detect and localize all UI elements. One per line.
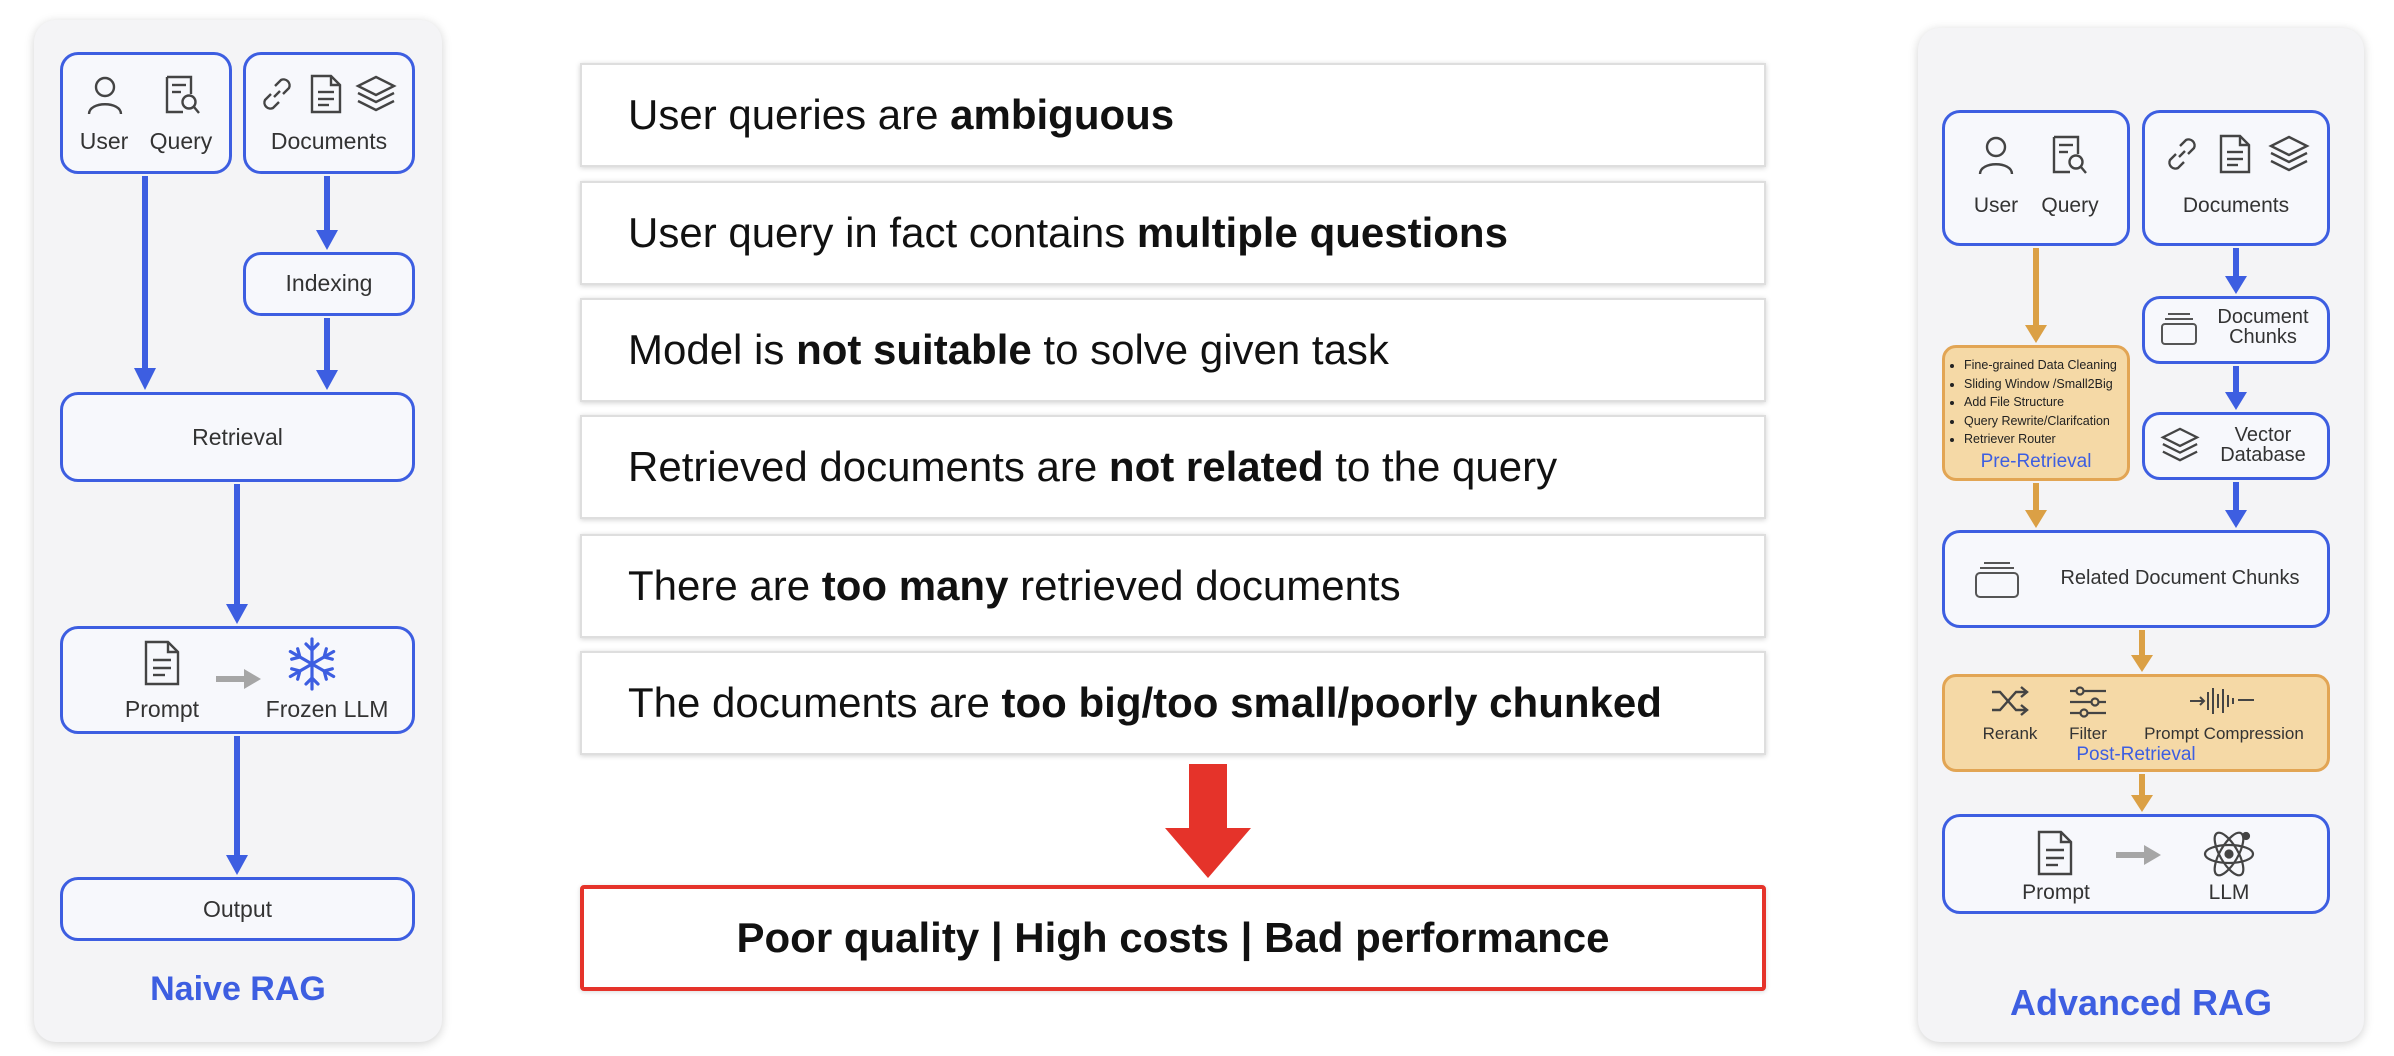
arrow-down-icon — [2139, 630, 2145, 656]
problem-text: to solve given task — [1031, 326, 1389, 373]
arrow-down-icon — [2233, 366, 2239, 394]
problem-text: The documents are — [628, 679, 1002, 726]
naive-flow-arrows — [134, 176, 338, 875]
problem-box: Retrieved documents are not related to t… — [580, 415, 1766, 519]
problem-box: The documents are too big/too small/poor… — [580, 651, 1766, 755]
arrow-down-icon — [234, 484, 240, 604]
result-box: Poor quality | High costs | Bad performa… — [580, 885, 1766, 991]
problem-emphasis: too many — [821, 562, 1009, 609]
arrow-down-icon — [1165, 764, 1251, 880]
problem-emphasis: multiple questions — [1136, 209, 1508, 256]
problem-text: User queries are — [628, 91, 951, 138]
problem-text: retrieved documents — [1008, 562, 1401, 609]
problem-emphasis: not suitable — [796, 326, 1032, 373]
problem-emphasis: too big/too small/poorly chunked — [1001, 679, 1662, 726]
problem-text: There are — [628, 562, 822, 609]
problem-text: User query in fact contains — [628, 209, 1137, 256]
problem-text: to the query — [1323, 443, 1558, 490]
advanced-flow-arrows — [2025, 248, 2247, 812]
problem-text: Model is — [628, 326, 797, 373]
arrow-down-icon — [2233, 248, 2239, 278]
problem-box: User query in fact contains multiple que… — [580, 181, 1766, 285]
arrow-down-icon — [234, 736, 240, 856]
problem-emphasis: not related — [1108, 443, 1324, 490]
arrow-down-icon — [2033, 248, 2039, 326]
arrow-down-icon — [324, 318, 330, 372]
problem-emphasis: ambiguous — [950, 91, 1175, 138]
arrow-down-icon — [324, 176, 330, 232]
arrow-down-icon — [2139, 774, 2145, 796]
problem-box: There are too many retrieved documents — [580, 534, 1766, 638]
arrow-down-icon — [142, 176, 148, 372]
problem-box: Model is not suitable to solve given tas… — [580, 298, 1766, 402]
arrow-down-icon — [2033, 483, 2039, 511]
arrow-down-icon — [2233, 482, 2239, 512]
problem-box: User queries are ambiguous — [580, 63, 1766, 167]
problem-text: Retrieved documents are — [628, 443, 1109, 490]
